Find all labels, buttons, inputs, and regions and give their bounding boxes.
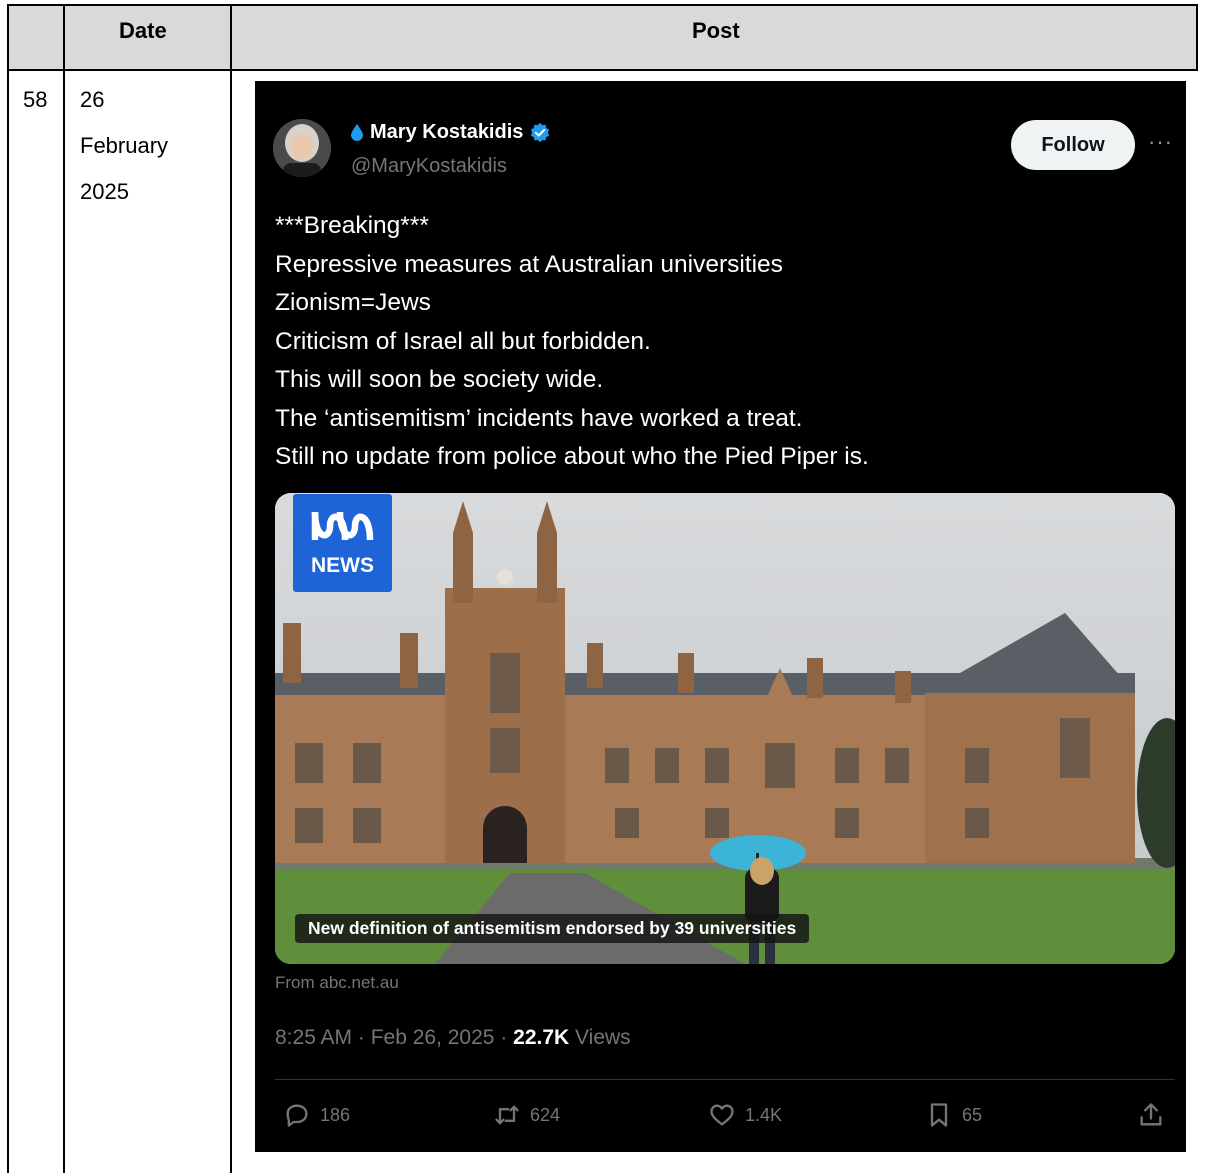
heart-icon: [710, 1104, 734, 1126]
avatar-image: [273, 119, 331, 177]
row-date: 26 February 2025: [80, 77, 168, 215]
table-border-right: [1196, 4, 1198, 71]
views-count: 22.7K: [513, 1026, 570, 1049]
tweet-line: ***Breaking***: [275, 212, 429, 239]
tweet-meta: 8:25 AM · Feb 26, 2025 · 22.7K Views: [275, 1026, 631, 1050]
link-source[interactable]: From abc.net.au: [275, 973, 399, 993]
table-border-left: [7, 4, 9, 1173]
actions-divider: [275, 1079, 1175, 1080]
bookmark-icon: [930, 1103, 948, 1127]
views-label: Views: [569, 1026, 631, 1049]
reply-count: 186: [320, 1104, 351, 1125]
author-handle[interactable]: @MaryKostakidis: [351, 155, 507, 178]
abc-news-logo: NEWS: [293, 494, 392, 592]
bookmark-button[interactable]: 65: [925, 1101, 982, 1129]
tweet-line: Repressive measures at Australian univer…: [275, 250, 783, 278]
date-month: February: [80, 133, 169, 158]
follow-button[interactable]: Follow: [1011, 120, 1135, 170]
bookmark-count: 65: [962, 1104, 983, 1125]
author-name: Mary Kostakidis: [370, 121, 524, 143]
reply-icon: [286, 1104, 308, 1127]
reply-button[interactable]: 186: [283, 1101, 350, 1129]
share-button[interactable]: [1137, 1101, 1174, 1129]
tweet-line: Still no update from police about who th…: [275, 443, 869, 470]
avatar[interactable]: [273, 119, 331, 177]
author-name-row[interactable]: Mary Kostakidis: [351, 121, 551, 144]
header-post: Post: [692, 18, 740, 43]
row-number: 58: [23, 87, 48, 112]
tweet-line: Criticism of Israel all but forbidden.: [275, 327, 651, 355]
tweet-timestamp[interactable]: 8:25 AM · Feb 26, 2025 ·: [275, 1026, 513, 1049]
tweet-text: ***Breaking*** Repressive measures at Au…: [275, 207, 869, 477]
like-button[interactable]: 1.4K: [708, 1101, 782, 1129]
date-year: 2025: [80, 179, 129, 204]
column-divider-2: [230, 4, 232, 1173]
tweet-line: The ‘antisemitism’ incidents have worked…: [275, 404, 803, 432]
date-day: 26: [80, 87, 105, 112]
share-icon: [1140, 1103, 1162, 1126]
table-border-top: [7, 4, 1198, 6]
header-date: Date: [119, 18, 167, 43]
more-options-icon[interactable]: ···: [1148, 131, 1173, 153]
tweet-actions: 186 624 1.4K 65: [255, 1101, 1186, 1141]
link-card-caption: New definition of antisemitism endorsed …: [295, 914, 810, 943]
university-photo: [275, 493, 1175, 964]
like-count: 1.4K: [745, 1104, 783, 1125]
tweet-line: Zionism=Jews: [275, 289, 431, 316]
link-card-image[interactable]: NEWS New definition of antisemitism endo…: [275, 493, 1175, 964]
repost-button[interactable]: 624: [493, 1101, 560, 1129]
table-header-row: [8, 5, 1197, 70]
water-drop-icon: [351, 124, 363, 141]
abc-logo-icon: [311, 511, 374, 541]
repost-count: 624: [530, 1104, 561, 1125]
abc-news-text: NEWS: [311, 554, 374, 577]
table-header-divider: [7, 69, 1198, 71]
column-divider-1: [63, 4, 65, 1173]
verified-badge-icon: [531, 122, 550, 142]
tweet-line: This will soon be society wide.: [275, 366, 604, 393]
repost-icon: [495, 1105, 519, 1125]
tweet-screenshot: Mary Kostakidis @MaryKostakidis Follow ·…: [255, 81, 1186, 1152]
